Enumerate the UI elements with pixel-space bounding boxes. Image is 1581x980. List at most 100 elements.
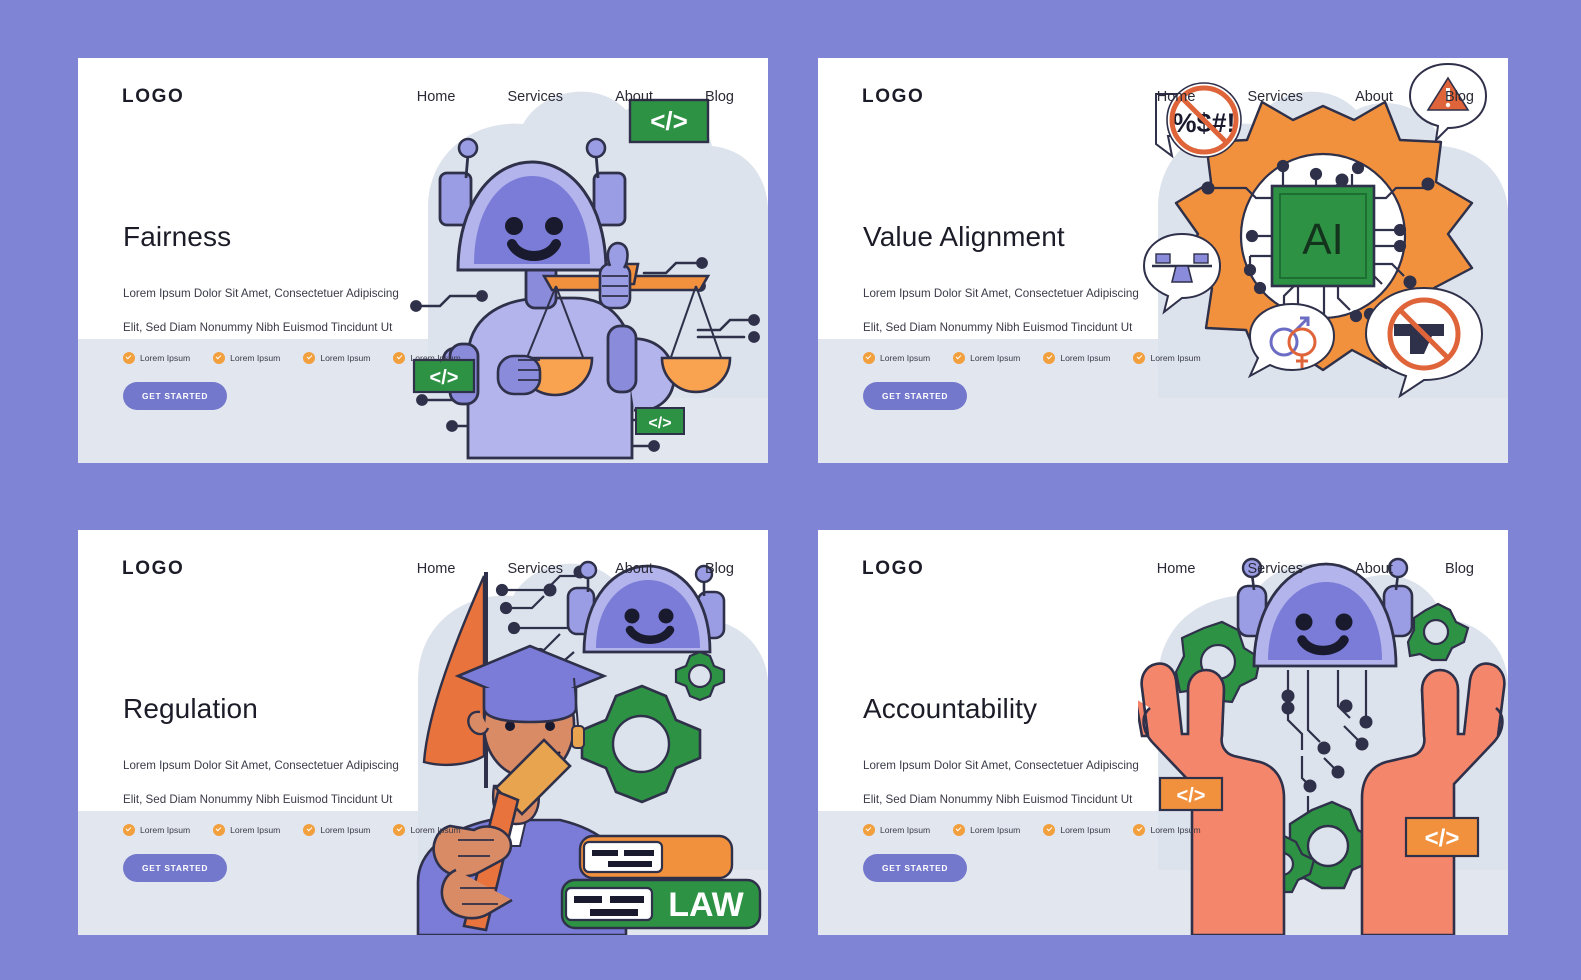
get-started-button[interactable]: GET STARTED (123, 381, 228, 410)
nav-links: Home Services About Blog (365, 89, 734, 105)
svg-text:LAW: LAW (668, 886, 744, 924)
check-icon (863, 351, 875, 364)
description-line-2: Elit, Sed Diam Nonummy Nibh Euismod Tinc… (863, 793, 1133, 807)
logo[interactable]: LOGO (862, 558, 924, 580)
nav-link-blog[interactable]: Blog (705, 561, 734, 577)
feature-label: Lorem Ipsum (410, 352, 461, 363)
feature-list: Lorem Ipsum Lorem Ipsum Lorem Ipsum Lore… (863, 823, 1201, 836)
feature-label: Lorem Ipsum (410, 824, 461, 835)
get-started-button[interactable]: GET STARTED (123, 853, 228, 882)
logo[interactable]: LOGO (122, 558, 184, 580)
svg-text:AI: AI (1302, 215, 1344, 264)
check-icon (953, 351, 966, 364)
robot-hand-lower (496, 354, 542, 396)
check-icon (1133, 351, 1146, 364)
page-root: LOGO Home Services About Blog Fairness L… (0, 0, 1581, 980)
feature-item: Lorem Ipsum (1043, 823, 1111, 836)
feature-item: Lorem Ipsum (863, 823, 931, 836)
navbar: LOGO Home Services About Blog (78, 58, 768, 136)
get-started-button[interactable]: GET STARTED (863, 381, 968, 410)
feature-item: Lorem Ipsum (213, 823, 281, 836)
nav-link-services[interactable]: Services (1247, 561, 1303, 577)
check-icon (123, 823, 135, 836)
nav-links: Home Services About Blog (365, 561, 734, 577)
ai-chip: AI (1270, 184, 1376, 288)
feature-label: Lorem Ipsum (230, 824, 281, 835)
feature-label: Lorem Ipsum (1060, 352, 1111, 363)
feature-label: Lorem Ipsum (230, 352, 281, 363)
nav-link-about[interactable]: About (615, 561, 653, 577)
nav-link-blog[interactable]: Blog (1445, 89, 1474, 105)
nav-link-blog[interactable]: Blog (1445, 561, 1474, 577)
card-fairness: LOGO Home Services About Blog Fairness L… (78, 58, 768, 463)
logo[interactable]: LOGO (122, 86, 184, 108)
check-icon (863, 823, 875, 836)
description-line-2: Elit, Sed Diam Nonummy Nibh Euismod Tinc… (863, 321, 1133, 335)
feature-label: Lorem Ipsum (320, 352, 371, 363)
nav-links: Home Services About Blog (1105, 89, 1474, 105)
feature-label: Lorem Ipsum (880, 352, 931, 363)
feature-label: Lorem Ipsum (140, 352, 191, 363)
nav-link-services[interactable]: Services (1247, 89, 1303, 105)
check-icon (213, 351, 226, 364)
card-copy: Value Alignment Lorem Ipsum Dolor Sit Am… (863, 221, 1201, 410)
feature-label: Lorem Ipsum (1150, 352, 1201, 363)
nav-links: Home Services About Blog (1105, 561, 1474, 577)
feature-label: Lorem Ipsum (970, 352, 1021, 363)
card-accountability: LOGO Home Services About Blog Accountabi… (818, 530, 1508, 935)
page-title: Accountability (863, 693, 1038, 724)
description-line-2: Elit, Sed Diam Nonummy Nibh Euismod Tinc… (123, 321, 393, 335)
check-icon (1133, 823, 1146, 836)
logo[interactable]: LOGO (862, 86, 924, 108)
navbar: LOGO Home Services About Blog (78, 530, 768, 608)
description-line-1: Lorem Ipsum Dolor Sit Amet, Consectetuer… (863, 287, 1139, 300)
description-line-1: Lorem Ipsum Dolor Sit Amet, Consectetuer… (863, 759, 1139, 772)
get-started-button[interactable]: GET STARTED (863, 853, 968, 882)
navbar: LOGO Home Services About Blog (818, 58, 1508, 136)
nav-link-home[interactable]: Home (1157, 561, 1196, 577)
feature-item: Lorem Ipsum (393, 351, 461, 364)
nav-link-services[interactable]: Services (507, 561, 563, 577)
feature-label: Lorem Ipsum (140, 824, 191, 835)
check-icon (123, 351, 135, 364)
nav-link-about[interactable]: About (1355, 89, 1393, 105)
feature-label: Lorem Ipsum (1150, 824, 1201, 835)
nav-link-home[interactable]: Home (1157, 89, 1196, 105)
feature-list: Lorem Ipsum Lorem Ipsum Lorem Ipsum Lore… (123, 351, 461, 364)
feature-item: Lorem Ipsum (123, 351, 191, 364)
feature-label: Lorem Ipsum (880, 824, 931, 835)
feature-item: Lorem Ipsum (303, 823, 371, 836)
feature-item: Lorem Ipsum (393, 823, 461, 836)
feature-item: Lorem Ipsum (953, 823, 1021, 836)
page-title: Regulation (123, 693, 258, 724)
nav-link-about[interactable]: About (615, 89, 653, 105)
card-copy: Accountability Lorem Ipsum Dolor Sit Ame… (863, 693, 1201, 882)
feature-label: Lorem Ipsum (1060, 824, 1111, 835)
check-icon (393, 351, 406, 364)
nav-link-home[interactable]: Home (417, 89, 456, 105)
feature-item: Lorem Ipsum (1133, 351, 1201, 364)
card-regulation: LOGO Home Services About Blog Regulation… (78, 530, 768, 935)
feature-label: Lorem Ipsum (320, 824, 371, 835)
page-title: Fairness (123, 221, 232, 252)
nav-link-home[interactable]: Home (417, 561, 456, 577)
card-copy: Regulation Lorem Ipsum Dolor Sit Amet, C… (123, 693, 461, 882)
svg-text:</>: </> (648, 415, 671, 432)
nav-link-services[interactable]: Services (507, 89, 563, 105)
description-line-1: Lorem Ipsum Dolor Sit Amet, Consectetuer… (123, 287, 399, 300)
card-value-alignment: LOGO Home Services About Blog Value Alig… (818, 58, 1508, 463)
nav-link-blog[interactable]: Blog (705, 89, 734, 105)
check-icon (953, 823, 966, 836)
navbar: LOGO Home Services About Blog (818, 530, 1508, 608)
check-icon (1043, 351, 1056, 364)
check-icon (393, 823, 406, 836)
feature-item: Lorem Ipsum (213, 351, 281, 364)
check-icon (213, 823, 226, 836)
nav-link-about[interactable]: About (1355, 561, 1393, 577)
description-line-2: Elit, Sed Diam Nonummy Nibh Euismod Tinc… (123, 793, 393, 807)
feature-label: Lorem Ipsum (970, 824, 1021, 835)
feature-item: Lorem Ipsum (1043, 351, 1111, 364)
code-badge-right: </> (1404, 816, 1480, 858)
svg-text:</>: </> (1425, 825, 1460, 852)
feature-item: Lorem Ipsum (123, 823, 191, 836)
